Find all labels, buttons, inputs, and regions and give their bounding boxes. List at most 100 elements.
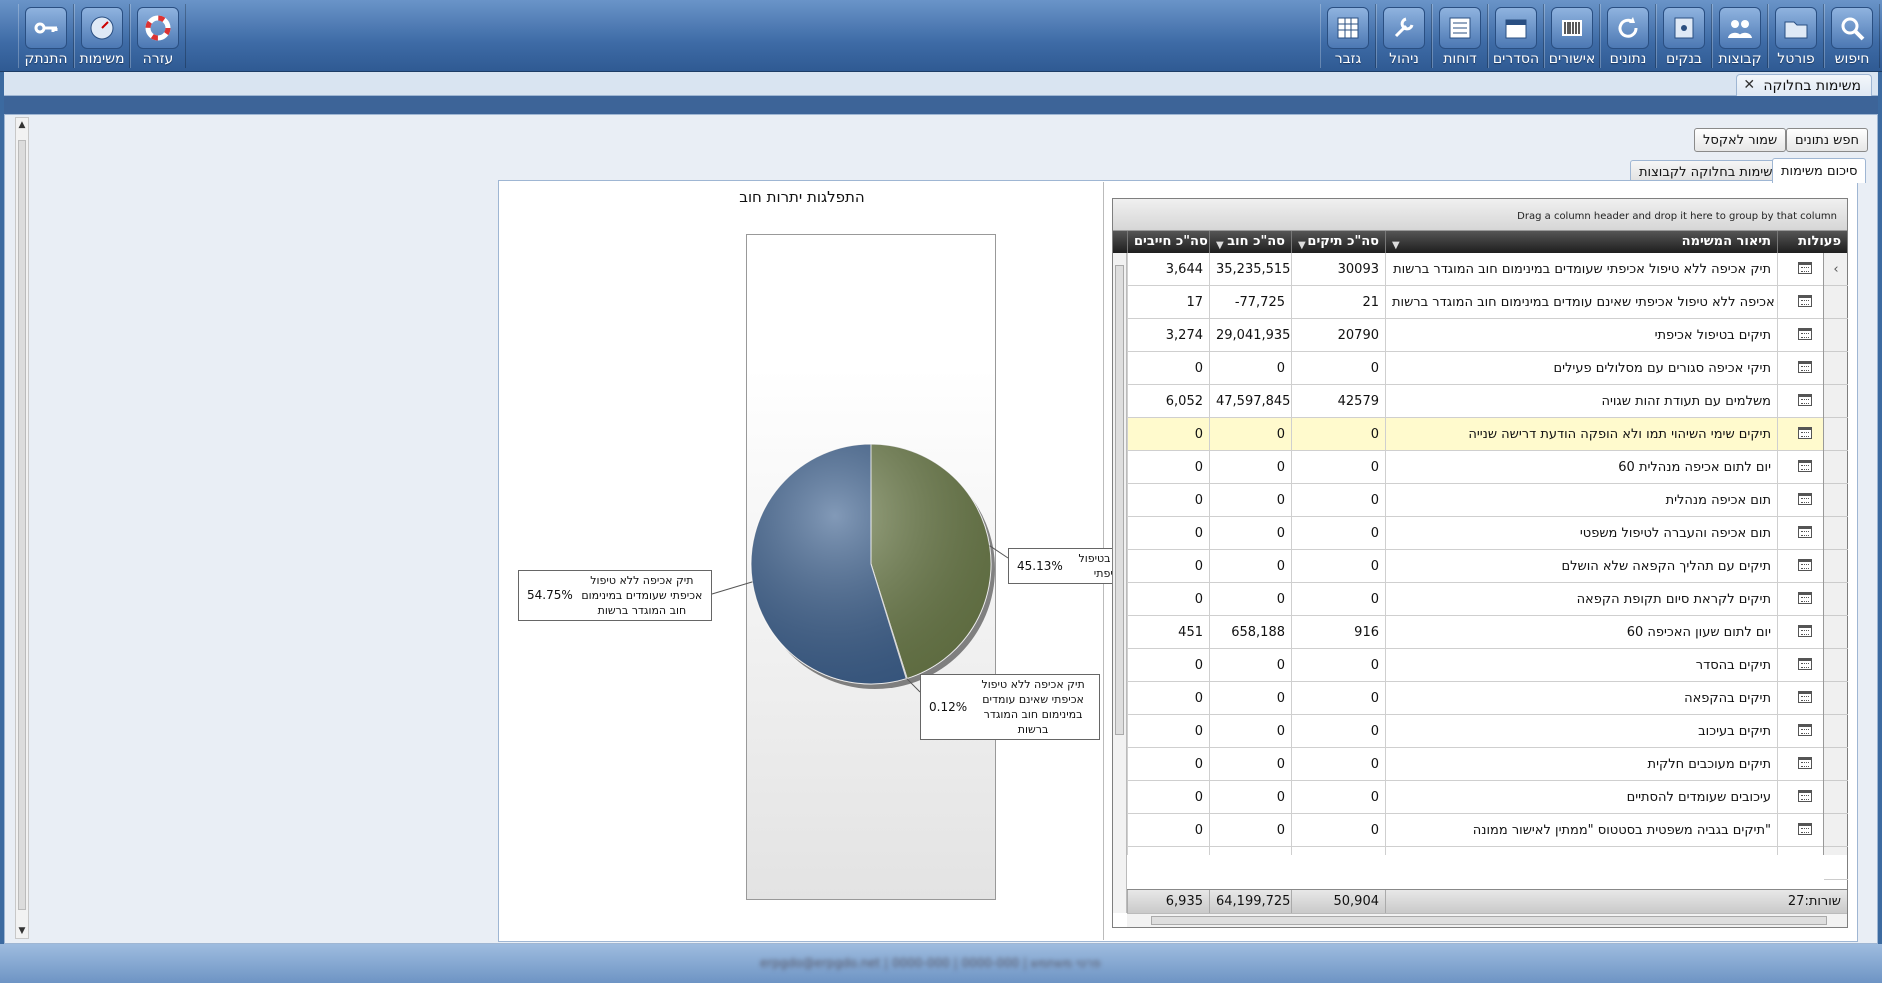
- row-indicator[interactable]: [1824, 418, 1848, 451]
- cell-debt: 47,597,845: [1209, 385, 1291, 418]
- table-row[interactable]: 0 0 0 תיקים עם תהליך הקפאה שלא הושלם: [1127, 550, 1833, 583]
- calendar-icon[interactable]: [1798, 823, 1812, 835]
- header-files[interactable]: ▼ סה"כ תיקים: [1291, 231, 1385, 253]
- calendar-icon[interactable]: [1798, 625, 1812, 637]
- scroll-down-arrow-icon[interactable]: ▼: [17, 926, 27, 936]
- row-indicator[interactable]: [1824, 781, 1848, 814]
- toolbar-button-wrench[interactable]: ניהול: [1376, 4, 1432, 68]
- table-row[interactable]: 0 0 0 60 יום לתום אכיפה מנהלית: [1127, 451, 1833, 484]
- cell-debt: 0: [1209, 715, 1291, 748]
- row-indicator[interactable]: [1824, 286, 1848, 319]
- row-indicator[interactable]: [1824, 517, 1848, 550]
- toolbar-button-safe[interactable]: בנקים: [1656, 4, 1712, 68]
- cell-debtors: 0: [1127, 682, 1209, 715]
- toolbar-button-group[interactable]: קבוצות: [1712, 4, 1768, 68]
- tab-summary[interactable]: סיכום משימות: [1772, 158, 1867, 183]
- header-debtors[interactable]: סה"כ חייבים: [1127, 231, 1209, 253]
- grid-horizontal-scrollbar[interactable]: [1127, 913, 1847, 927]
- grid-vertical-scrollbar[interactable]: [1113, 253, 1127, 913]
- tab-tasks-distribution[interactable]: ✕ משימות בחלוקה: [1736, 74, 1872, 96]
- scroll-up-arrow-icon[interactable]: ▲: [17, 120, 27, 130]
- cell-debtors: 0: [1127, 847, 1209, 855]
- table-row[interactable]: 6,052 47,597,845 42579 משלמים עם תעודת זהות…: [1127, 385, 1833, 418]
- calendar-icon[interactable]: [1798, 526, 1812, 538]
- cell-debtors: 0: [1127, 418, 1209, 451]
- table-row[interactable]: 0 0 0 תום אכיפה והעברה לטיפול משפטי: [1127, 517, 1833, 550]
- row-indicator[interactable]: [1824, 583, 1848, 616]
- calendar-icon[interactable]: [1798, 493, 1812, 505]
- close-icon[interactable]: ✕: [1743, 77, 1755, 93]
- toolbar-button-calendar[interactable]: הסדרים: [1488, 4, 1544, 68]
- calendar-icon[interactable]: [1798, 262, 1812, 274]
- row-indicator[interactable]: [1824, 847, 1848, 880]
- table-row[interactable]: 0 0 0 תום אכיפה מנהלית: [1127, 484, 1833, 517]
- toolbar-button-lifebuoy[interactable]: עזרה: [130, 4, 186, 68]
- calendar-icon[interactable]: [1798, 460, 1812, 472]
- calendar-icon[interactable]: [1798, 724, 1812, 736]
- calendar-icon[interactable]: [1798, 658, 1812, 670]
- scroll-thumb[interactable]: [1115, 265, 1124, 735]
- calendar-icon[interactable]: [1798, 559, 1812, 571]
- filter-icon[interactable]: ▼: [1392, 235, 1400, 253]
- row-indicator[interactable]: [1824, 385, 1848, 418]
- table-row[interactable]: 0 0 0 תיקים מעוכבים חלקית: [1127, 748, 1833, 781]
- scroll-thumb[interactable]: [1151, 916, 1827, 925]
- group-by-panel[interactable]: Drag a column header and drop it here to…: [1113, 199, 1847, 231]
- scroll-thumb[interactable]: [18, 140, 26, 910]
- calendar-icon[interactable]: [1798, 592, 1812, 604]
- table-row[interactable]: 0 0 0 תיקים בגביה משפטית בסטטוס "ממתין לאיש…: [1127, 814, 1833, 847]
- row-indicator[interactable]: [1824, 550, 1848, 583]
- table-row[interactable]: 0 0 0 תיקים לקראת סיום תקופת הקפאה: [1127, 583, 1833, 616]
- table-row[interactable]: 0 0 0 תיקים בעיכוב: [1127, 715, 1833, 748]
- search-data-button[interactable]: חפש נתונים: [1786, 128, 1868, 152]
- toolbar-button-barcode[interactable]: אישורים: [1544, 4, 1600, 68]
- cell-debt: 0: [1209, 682, 1291, 715]
- header-actions[interactable]: פעולות: [1777, 231, 1847, 253]
- row-indicator[interactable]: [1824, 616, 1848, 649]
- toolbar-button-spreadsheet[interactable]: גזבר: [1320, 4, 1376, 68]
- toolbar-button-gauge[interactable]: משימות: [74, 4, 130, 68]
- calendar-icon[interactable]: [1798, 427, 1812, 439]
- table-row[interactable]: 0 0 0 תיקים בהקפאה: [1127, 682, 1833, 715]
- toolbar-button-folder[interactable]: פורטל: [1768, 4, 1824, 68]
- toolbar-button-refresh[interactable]: נתונים: [1600, 4, 1656, 68]
- table-row[interactable]: 0 0 0 תיקים בהסדר: [1127, 649, 1833, 682]
- table-row[interactable]: 0 0 0 תיקי אכיפה סגורים עם מסלולים פעילים: [1127, 352, 1833, 385]
- header-debt[interactable]: ▼ סה"כ חוב: [1209, 231, 1291, 253]
- cell-files: 42579: [1291, 385, 1385, 418]
- toolbar-button-report[interactable]: דוחות: [1432, 4, 1488, 68]
- calendar-icon[interactable]: [1798, 361, 1812, 373]
- table-row[interactable]: 0 0 0 עיכובים שעומדים להסתיים: [1127, 781, 1833, 814]
- row-indicator[interactable]: [1824, 484, 1848, 517]
- table-row[interactable]: 17 -77,725 21 תיק אכיפה ללא טיפול אכיפתי שא…: [1127, 286, 1833, 319]
- table-row[interactable]: 3,644 35,235,515 30093 תיק אכיפה ללא טיפול …: [1127, 253, 1833, 286]
- table-row[interactable]: 451 658,188 916 60 יום לתום שעון האכיפה: [1127, 616, 1833, 649]
- calendar-icon[interactable]: [1798, 295, 1812, 307]
- cell-debt: 0: [1209, 484, 1291, 517]
- row-indicator[interactable]: [1824, 715, 1848, 748]
- row-indicator[interactable]: [1824, 748, 1848, 781]
- cell-files: 0: [1291, 682, 1385, 715]
- row-indicator[interactable]: [1824, 649, 1848, 682]
- filter-icon[interactable]: ▼: [1298, 235, 1306, 253]
- export-excel-button[interactable]: שמור לאקסל: [1694, 128, 1787, 152]
- toolbar-button-key[interactable]: התנתק: [18, 4, 74, 68]
- table-row[interactable]: 3,274 29,041,935 20790 תיקים בטיפול אכיפתי: [1127, 319, 1833, 352]
- header-desc[interactable]: ▼ תיאור המשימה: [1385, 231, 1777, 253]
- row-indicator[interactable]: [1824, 814, 1848, 847]
- row-indicator[interactable]: [1824, 319, 1848, 352]
- row-indicator[interactable]: [1824, 352, 1848, 385]
- table-row[interactable]: 000תיקים בגביה משפטית שנדחו ע"י הממונה: [1127, 847, 1833, 855]
- table-row[interactable]: 0 0 0 תיקים שימי השיהוי תמו ולא הופקה הודעת…: [1127, 418, 1833, 451]
- toolbar-button-search[interactable]: חיפוש: [1824, 4, 1880, 68]
- calendar-icon[interactable]: [1798, 394, 1812, 406]
- row-indicator[interactable]: [1824, 451, 1848, 484]
- calendar-icon[interactable]: [1798, 790, 1812, 802]
- filter-icon[interactable]: ▼: [1216, 235, 1224, 253]
- row-indicator[interactable]: [1824, 682, 1848, 715]
- row-indicator[interactable]: ‹: [1824, 253, 1848, 286]
- calendar-icon[interactable]: [1798, 328, 1812, 340]
- calendar-icon[interactable]: [1798, 757, 1812, 769]
- page-vertical-scrollbar[interactable]: ▲ ▼: [15, 117, 29, 939]
- calendar-icon[interactable]: [1798, 691, 1812, 703]
